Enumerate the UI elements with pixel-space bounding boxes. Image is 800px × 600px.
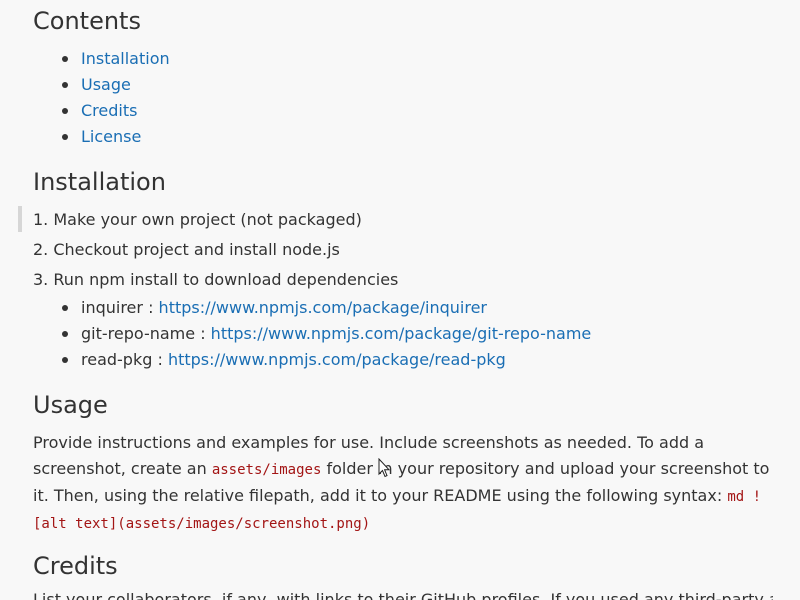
usage-heading: Usage [33, 391, 108, 419]
installation-steps: 1. Make your own project (not packaged) … [33, 205, 773, 295]
installation-step: 2. Checkout project and install node.js [33, 240, 340, 259]
dependency-name: inquirer : [81, 298, 159, 317]
contents-heading: Contents [33, 7, 141, 35]
installation-heading: Installation [33, 168, 166, 196]
dependency-item: git-repo-name : https://www.npmjs.com/pa… [33, 321, 733, 347]
mouse-pointer-icon [378, 458, 390, 478]
dependency-link[interactable]: https://www.npmjs.com/package/read-pkg [168, 350, 506, 369]
readme-preview: Contents Installation Usage Credits Lice… [0, 0, 800, 600]
installation-step: 3. Run npm install to download dependenc… [33, 270, 399, 289]
dependency-name: git-repo-name : [81, 324, 211, 343]
contents-link-license[interactable]: License [81, 127, 141, 146]
contents-link-usage[interactable]: Usage [81, 75, 131, 94]
usage-code-folder: assets/images [211, 462, 322, 478]
dependency-link[interactable]: https://www.npmjs.com/package/git-repo-n… [211, 324, 592, 343]
dependency-item: inquirer : https://www.npmjs.com/package… [33, 295, 733, 321]
installation-step: 1. Make your own project (not packaged) [33, 210, 362, 229]
dependency-name: read-pkg : [81, 350, 168, 369]
contents-link-credits[interactable]: Credits [81, 101, 137, 120]
credits-heading: Credits [33, 552, 118, 580]
dependency-item: read-pkg : https://www.npmjs.com/package… [33, 347, 733, 373]
contents-item-installation: Installation [33, 46, 433, 72]
blockquote-bar [18, 206, 22, 232]
contents-item-license: License [33, 124, 433, 150]
contents-item-usage: Usage [33, 72, 433, 98]
contents-link-installation[interactable]: Installation [81, 49, 170, 68]
contents-list: Installation Usage Credits License [33, 46, 433, 150]
dependency-link[interactable]: https://www.npmjs.com/package/inquirer [159, 298, 487, 317]
dependency-list: inquirer : https://www.npmjs.com/package… [33, 295, 733, 373]
credits-paragraph: List your collaborators, if any, with li… [33, 590, 773, 600]
contents-item-credits: Credits [33, 98, 433, 124]
usage-paragraph: Provide instructions and examples for us… [33, 430, 773, 537]
